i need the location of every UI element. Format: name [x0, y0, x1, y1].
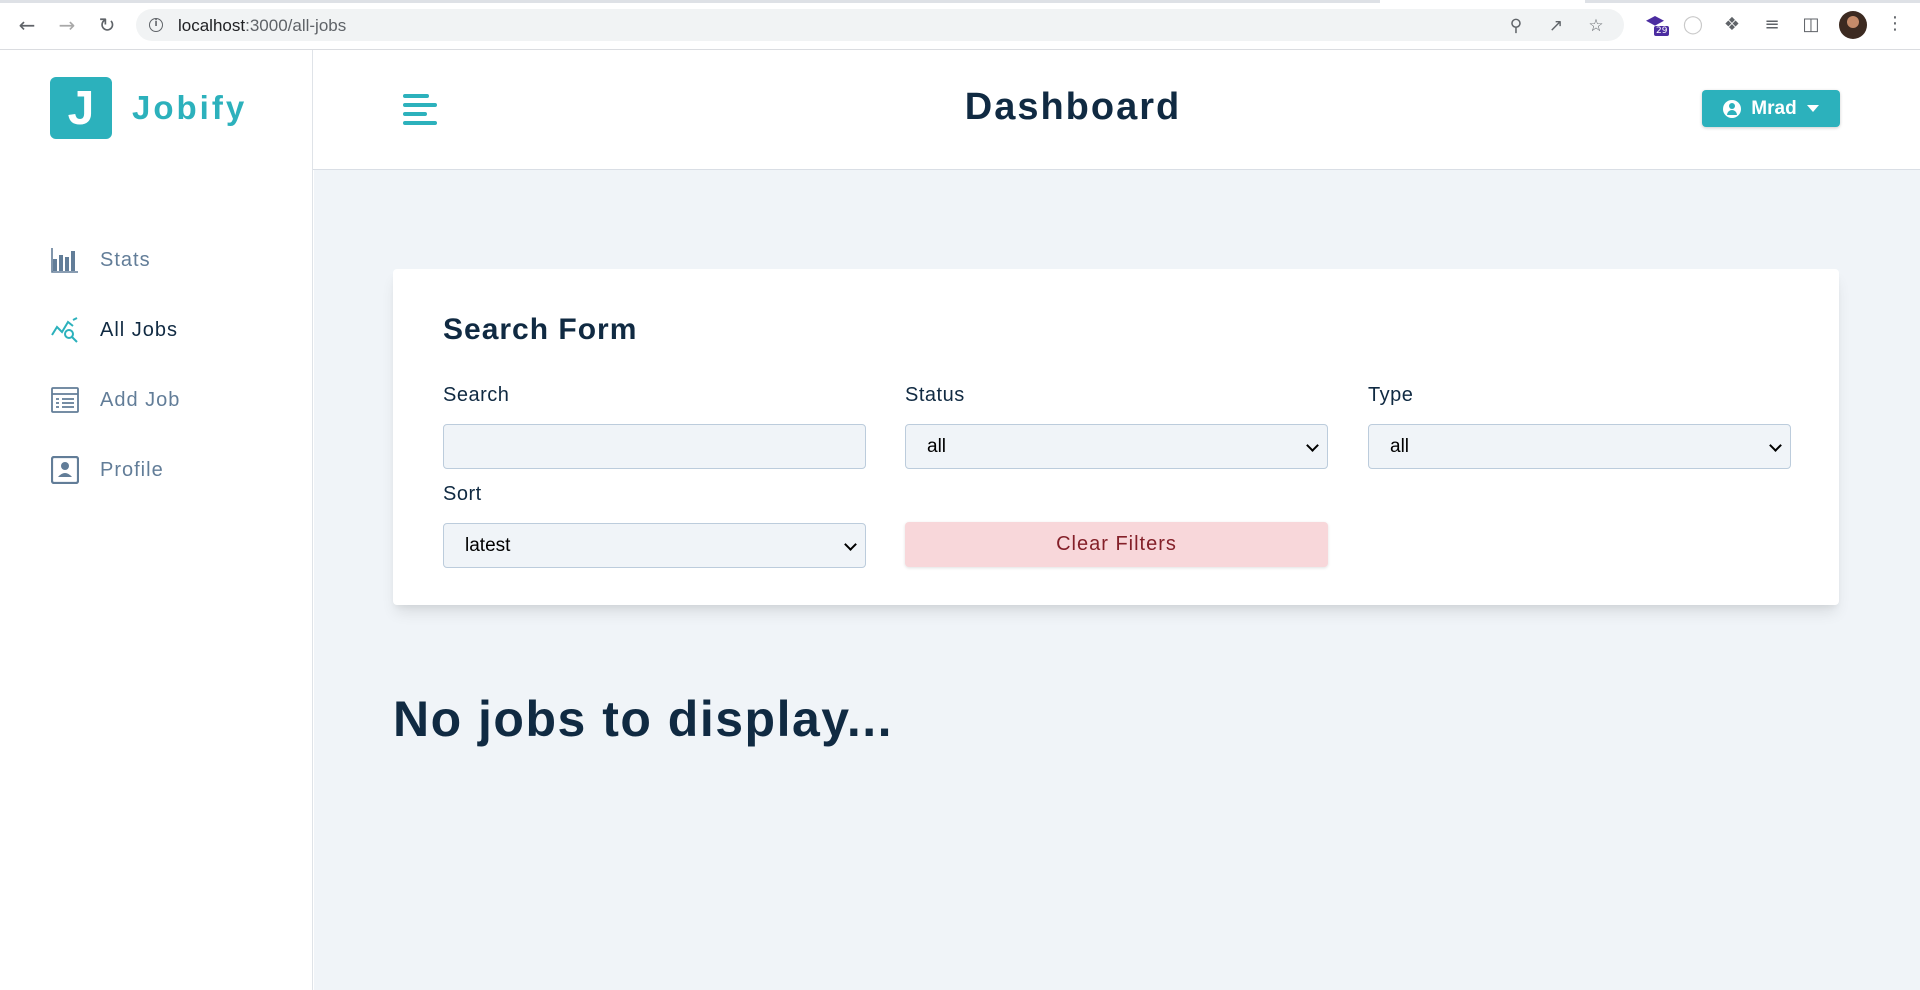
address-bar[interactable]: i localhost:3000/all-jobs ⚲ ↗ ☆ — [136, 9, 1624, 41]
search-field: Search — [443, 384, 866, 469]
extension-hat-icon[interactable]: 29 — [1646, 14, 1670, 36]
sidebar-item-all-jobs[interactable]: All Jobs — [50, 295, 180, 365]
sort-field: Sort latest — [443, 483, 866, 568]
search-input[interactable] — [443, 424, 866, 469]
search-label: Search — [443, 384, 510, 406]
app: J Jobify Stats All Jobs Add Job Profile … — [0, 50, 1920, 990]
sidebar-item-label: Profile — [100, 458, 164, 481]
main-content: Search Form Search Status all Type all S… — [314, 170, 1920, 990]
logo[interactable]: J Jobify — [50, 77, 247, 139]
top-navbar: Dashboard Mrad — [313, 50, 1920, 170]
sort-select-value: latest — [465, 535, 511, 556]
clear-filters-button[interactable]: Clear Filters — [905, 522, 1328, 567]
extensions-puzzle-icon[interactable]: ❖ — [1720, 13, 1744, 37]
add-job-icon — [50, 385, 80, 415]
extension-clock-icon[interactable]: ◯ — [1681, 13, 1705, 37]
back-icon[interactable]: ← — [14, 12, 40, 38]
sort-select[interactable]: latest — [443, 523, 866, 568]
search-form: Search Form Search Status all Type all S… — [393, 269, 1839, 605]
sidebar-item-label: All Jobs — [100, 318, 179, 341]
forward-icon[interactable]: → — [54, 12, 80, 38]
user-menu-button[interactable]: Mrad — [1702, 90, 1840, 127]
browser-menu-icon[interactable]: ⋮ — [1886, 13, 1904, 37]
caret-down-icon — [1806, 105, 1819, 112]
type-label: Type — [1368, 384, 1414, 406]
status-select-value: all — [927, 436, 947, 457]
stats-icon — [50, 245, 80, 275]
key-icon[interactable]: ⚲ — [1506, 16, 1526, 36]
url-text[interactable]: localhost:3000/all-jobs — [178, 16, 346, 36]
status-select[interactable]: all — [905, 424, 1328, 469]
chevron-down-icon — [1306, 439, 1319, 452]
page-title: Dashboard — [964, 86, 1182, 128]
reload-icon[interactable]: ↻ — [94, 12, 120, 38]
tab-strip-line — [0, 0, 1380, 3]
sidebar-item-label: Add Job — [100, 388, 181, 411]
status-field: Status all — [905, 384, 1328, 469]
chevron-down-icon — [1769, 439, 1782, 452]
profile-icon — [50, 455, 80, 485]
logo-mark: J — [50, 77, 112, 139]
profile-avatar[interactable] — [1839, 11, 1867, 39]
status-label: Status — [905, 384, 965, 406]
search-form-title: Search Form — [443, 313, 638, 346]
sidebar-item-profile[interactable]: Profile — [50, 435, 180, 505]
side-panel-icon[interactable]: ◫ — [1799, 13, 1823, 37]
sidebar: J Jobify Stats All Jobs Add Job Profile — [0, 50, 313, 990]
browser-toolbar: ← → ↻ i localhost:3000/all-jobs ⚲ ↗ ☆ 29… — [0, 0, 1920, 50]
site-info-icon[interactable]: i — [149, 18, 163, 32]
user-circle-icon — [1723, 99, 1742, 118]
type-field: Type all — [1368, 384, 1791, 469]
sidebar-item-add-job[interactable]: Add Job — [50, 365, 180, 435]
sidebar-nav: Stats All Jobs Add Job Profile — [50, 225, 180, 505]
sidebar-item-label: Stats — [100, 248, 151, 271]
all-jobs-icon — [50, 315, 80, 345]
type-select[interactable]: all — [1368, 424, 1791, 469]
reading-list-icon[interactable]: ≡ — [1760, 13, 1784, 37]
bookmark-star-icon[interactable]: ☆ — [1586, 16, 1606, 36]
sidebar-item-stats[interactable]: Stats — [50, 225, 180, 295]
logo-text: Jobify — [132, 89, 248, 126]
sort-label: Sort — [443, 483, 482, 505]
tab-strip-line — [1585, 0, 1920, 3]
chevron-down-icon — [844, 538, 857, 551]
user-name: Mrad — [1751, 97, 1797, 119]
type-select-value: all — [1390, 436, 1410, 457]
empty-jobs-message: No jobs to display... — [393, 691, 894, 747]
share-icon[interactable]: ↗ — [1546, 16, 1566, 36]
